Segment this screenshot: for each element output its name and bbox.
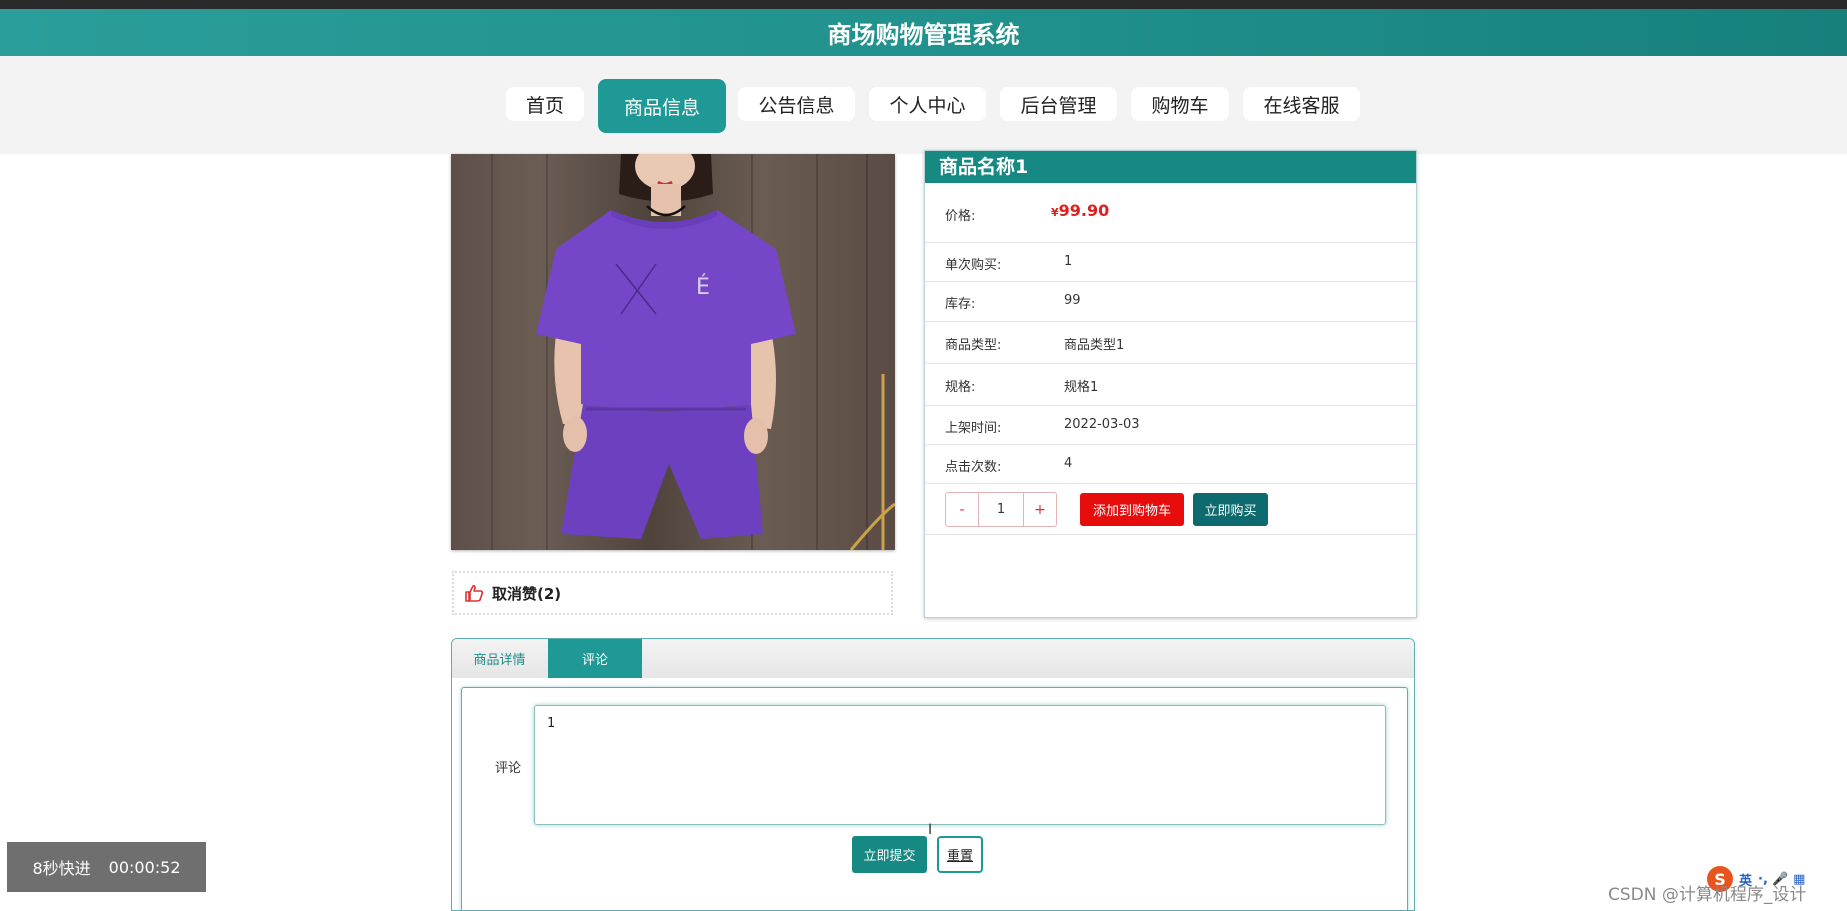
- tab-strip: 商品详情 评论: [452, 639, 1414, 678]
- product-name: 商品名称1: [925, 151, 1416, 183]
- detail-label: 单次购买:: [945, 258, 1002, 273]
- detail-tabs-panel: 商品详情 评论 评论 1 立即提交 重置: [451, 638, 1415, 911]
- detail-row: 商品类型: 商品类型1: [925, 321, 1416, 364]
- price-amount: 99.90: [1058, 201, 1110, 220]
- nav-item-profile[interactable]: 个人中心: [869, 87, 986, 121]
- comment-label: 评论: [495, 761, 522, 776]
- tab-comments[interactable]: 评论: [548, 639, 642, 678]
- nav-item-service[interactable]: 在线客服: [1243, 87, 1360, 121]
- nav-item-home[interactable]: 首页: [506, 87, 584, 121]
- decrease-button[interactable]: -: [946, 493, 978, 526]
- price-row: 价格: ¥99.90: [925, 183, 1416, 243]
- nav-item-admin[interactable]: 后台管理: [1000, 87, 1117, 121]
- top-strip: [0, 0, 1847, 9]
- nav-item-products[interactable]: 商品信息: [598, 79, 726, 133]
- tab-product-details[interactable]: 商品详情: [452, 639, 547, 678]
- detail-label: 规格:: [945, 380, 976, 395]
- video-overlay: 8秒快进 00:00:52: [7, 842, 206, 892]
- like-label: 取消赞(2): [492, 584, 562, 603]
- detail-row: 点击次数: 4: [925, 444, 1416, 484]
- add-to-cart-button[interactable]: 添加到购物车: [1080, 493, 1184, 526]
- currency-symbol: ¥: [1051, 206, 1059, 219]
- detail-value: 1: [1064, 254, 1073, 269]
- thumbs-up-icon: [464, 584, 484, 602]
- svg-text:É: É: [696, 274, 710, 300]
- comment-textarea[interactable]: 1: [534, 705, 1386, 825]
- increase-button[interactable]: +: [1024, 493, 1056, 526]
- comment-form: 评论 1 立即提交 重置: [461, 687, 1408, 910]
- product-info-panel: 商品名称1 价格: ¥99.90 单次购买: 1 库存: 99 商品类型: 商品…: [924, 150, 1417, 618]
- divider: [925, 534, 1416, 535]
- detail-value: 99: [1064, 293, 1081, 308]
- quantity-input[interactable]: 1: [978, 493, 1024, 526]
- speed-label: 8秒快进: [32, 859, 91, 878]
- quantity-stepper: - 1 +: [945, 492, 1057, 527]
- detail-value: 商品类型1: [1064, 338, 1125, 353]
- watermark: CSDN @计算机程序_设计: [1608, 885, 1807, 905]
- detail-label: 上架时间:: [945, 421, 1002, 436]
- nav-item-notices[interactable]: 公告信息: [738, 87, 855, 121]
- price-label: 价格:: [945, 209, 976, 224]
- text-cursor-icon: I: [928, 822, 933, 838]
- app-title: 商场购物管理系统: [0, 9, 1847, 56]
- detail-row: 上架时间: 2022-03-03: [925, 405, 1416, 445]
- detail-value: 规格1: [1064, 380, 1099, 395]
- reset-button[interactable]: 重置: [937, 836, 983, 873]
- detail-row: 单次购买: 1: [925, 242, 1416, 282]
- product-image: É: [451, 154, 895, 550]
- nav-item-cart[interactable]: 购物车: [1131, 87, 1229, 121]
- buy-now-button[interactable]: 立即购买: [1193, 493, 1268, 526]
- detail-label: 商品类型:: [945, 338, 1002, 353]
- video-timestamp: 00:00:52: [108, 857, 181, 877]
- detail-value: 4: [1064, 456, 1073, 471]
- detail-label: 点击次数:: [945, 460, 1002, 475]
- submit-button[interactable]: 立即提交: [852, 836, 927, 873]
- main-nav: 首页 商品信息 公告信息 个人中心 后台管理 购物车 在线客服: [0, 56, 1847, 154]
- price-value: ¥99.90: [1051, 201, 1109, 220]
- detail-row: 库存: 99: [925, 281, 1416, 322]
- model-illustration: É: [536, 154, 895, 550]
- detail-row: 规格: 规格1: [925, 363, 1416, 406]
- detail-label: 库存:: [945, 297, 976, 312]
- like-toggle[interactable]: 取消赞(2): [452, 571, 893, 615]
- detail-value: 2022-03-03: [1064, 417, 1140, 432]
